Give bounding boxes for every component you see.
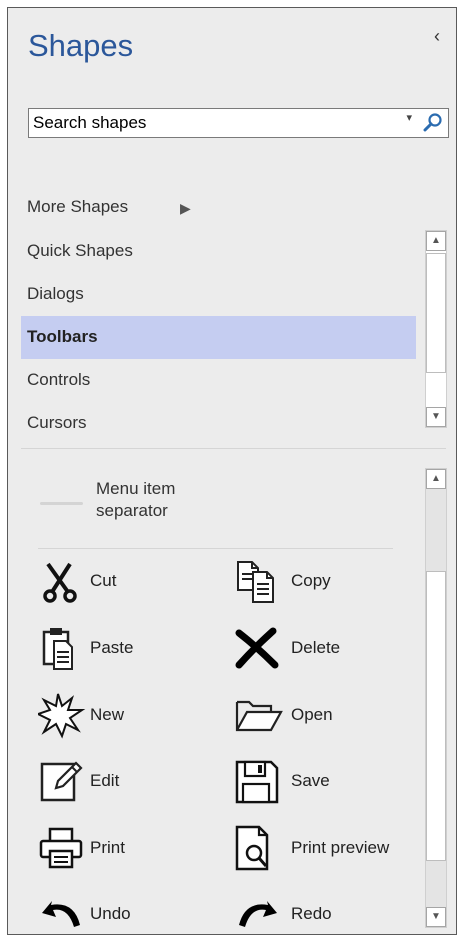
stencil-quick-shapes[interactable]: Quick Shapes bbox=[21, 230, 416, 273]
scroll-down-icon[interactable]: ▼ bbox=[426, 907, 446, 927]
stencil-scrollbar-thumb[interactable] bbox=[426, 253, 446, 373]
new-star-icon bbox=[38, 693, 86, 739]
shape-open[interactable]: Open bbox=[233, 692, 413, 740]
stencil-toolbars[interactable]: Toolbars bbox=[21, 316, 416, 359]
scroll-up-icon[interactable]: ▲ bbox=[426, 231, 446, 251]
redo-icon bbox=[239, 901, 277, 927]
shape-label: Save bbox=[291, 771, 330, 790]
shapes-scrollbar[interactable]: ▲ ▼ bbox=[425, 468, 447, 928]
shape-label: Paste bbox=[90, 638, 134, 657]
stencil-label: Controls bbox=[27, 370, 91, 389]
shapes-panel: Shapes ‹ Search shapes ▾ More Shapes ▶ Q… bbox=[7, 7, 457, 935]
print-preview-icon bbox=[235, 825, 269, 871]
shape-label: Open bbox=[291, 705, 333, 724]
shape-delete[interactable]: Delete bbox=[233, 625, 413, 673]
shape-save[interactable]: Save bbox=[233, 758, 413, 806]
edit-pencil-icon bbox=[40, 761, 83, 802]
section-divider bbox=[21, 448, 446, 449]
shape-redo[interactable]: Redo bbox=[233, 891, 413, 934]
menu-separator-label-line1: Menu item bbox=[96, 479, 176, 498]
search-input-text[interactable]: Search shapes bbox=[33, 113, 146, 133]
search-dropdown-icon[interactable]: ▾ bbox=[406, 111, 412, 124]
shape-label: Print bbox=[90, 838, 125, 857]
panel-title: Shapes bbox=[28, 28, 134, 63]
shape-label: Delete bbox=[291, 638, 341, 657]
paste-icon bbox=[42, 628, 73, 670]
stencil-list: Quick Shapes Dialogs Toolbars Controls C… bbox=[21, 230, 456, 440]
shape-cut[interactable]: Cut bbox=[38, 558, 218, 606]
separator-rule bbox=[38, 548, 393, 549]
shapes-scrollbar-thumb[interactable] bbox=[426, 571, 446, 861]
shape-label: Redo bbox=[291, 904, 332, 923]
printer-icon bbox=[39, 827, 83, 869]
shape-label: Copy bbox=[291, 571, 331, 590]
search-icon[interactable] bbox=[422, 112, 444, 134]
shape-label: Cut bbox=[90, 571, 117, 590]
delete-x-icon bbox=[235, 627, 279, 669]
stencil-label: Quick Shapes bbox=[27, 241, 133, 260]
more-shapes-menu[interactable]: More Shapes bbox=[27, 197, 128, 217]
shape-print[interactable]: Print bbox=[38, 825, 218, 873]
undo-icon bbox=[42, 901, 80, 927]
shape-label: Edit bbox=[90, 771, 120, 790]
shape-copy[interactable]: Copy bbox=[233, 558, 413, 606]
save-floppy-icon bbox=[235, 760, 279, 804]
stencil-label: Cursors bbox=[27, 413, 87, 432]
menu-separator-label[interactable]: Menu item separator bbox=[96, 478, 175, 522]
menu-separator-preview[interactable] bbox=[40, 502, 83, 505]
stencil-label: Toolbars bbox=[27, 327, 98, 346]
shape-label: New bbox=[90, 705, 125, 724]
stencil-label: Dialogs bbox=[27, 284, 84, 303]
copy-icon bbox=[237, 561, 274, 603]
shape-new[interactable]: New bbox=[38, 692, 218, 740]
shape-label: Print preview bbox=[291, 838, 390, 857]
scissors-icon bbox=[43, 562, 77, 603]
shape-label: Undo bbox=[90, 904, 131, 923]
scroll-up-icon[interactable]: ▲ bbox=[426, 469, 446, 489]
shape-undo[interactable]: Undo bbox=[38, 891, 218, 934]
stencil-dialogs[interactable]: Dialogs bbox=[21, 273, 416, 316]
shape-paste[interactable]: Paste bbox=[38, 625, 218, 673]
stencil-controls[interactable]: Controls bbox=[21, 359, 416, 402]
more-shapes-arrow-icon[interactable]: ▶ bbox=[180, 200, 191, 217]
stencil-cursors[interactable]: Cursors bbox=[21, 402, 416, 445]
open-folder-icon bbox=[235, 700, 283, 732]
shape-edit[interactable]: Edit bbox=[38, 758, 218, 806]
stencil-scrollbar[interactable]: ▲ ▼ bbox=[425, 230, 447, 428]
shape-print-preview[interactable]: Print preview bbox=[233, 825, 423, 873]
scroll-down-icon[interactable]: ▼ bbox=[426, 407, 446, 427]
search-shapes-input[interactable]: Search shapes ▾ bbox=[28, 108, 449, 138]
collapse-panel-button[interactable]: ‹ bbox=[434, 26, 440, 47]
menu-separator-label-line2: separator bbox=[96, 501, 168, 521]
